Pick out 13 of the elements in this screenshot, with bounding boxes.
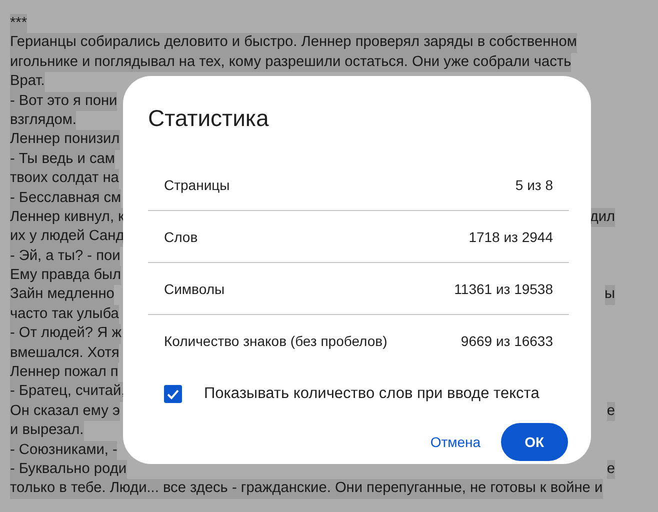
checkbox[interactable] [164,385,182,403]
dialog-title: Статистика [148,104,270,133]
stat-value: 5 из 8 [515,176,553,192]
stat-value: 9669 из 16633 [460,332,553,348]
stat-label: Страницы [164,176,230,192]
cancel-button[interactable]: Отмена [430,423,481,461]
stat-label: Количество знаков (без пробелов) [164,332,388,348]
stat-label: Символы [164,280,225,296]
stat-label: Слов [164,228,198,244]
stat-value: 1718 из 2944 [468,228,553,244]
ok-button[interactable]: ОК [500,423,568,461]
stat-value: 11361 из 19538 [454,280,553,296]
checkbox-label: Показывать количество слов при вводе текста [204,385,540,403]
